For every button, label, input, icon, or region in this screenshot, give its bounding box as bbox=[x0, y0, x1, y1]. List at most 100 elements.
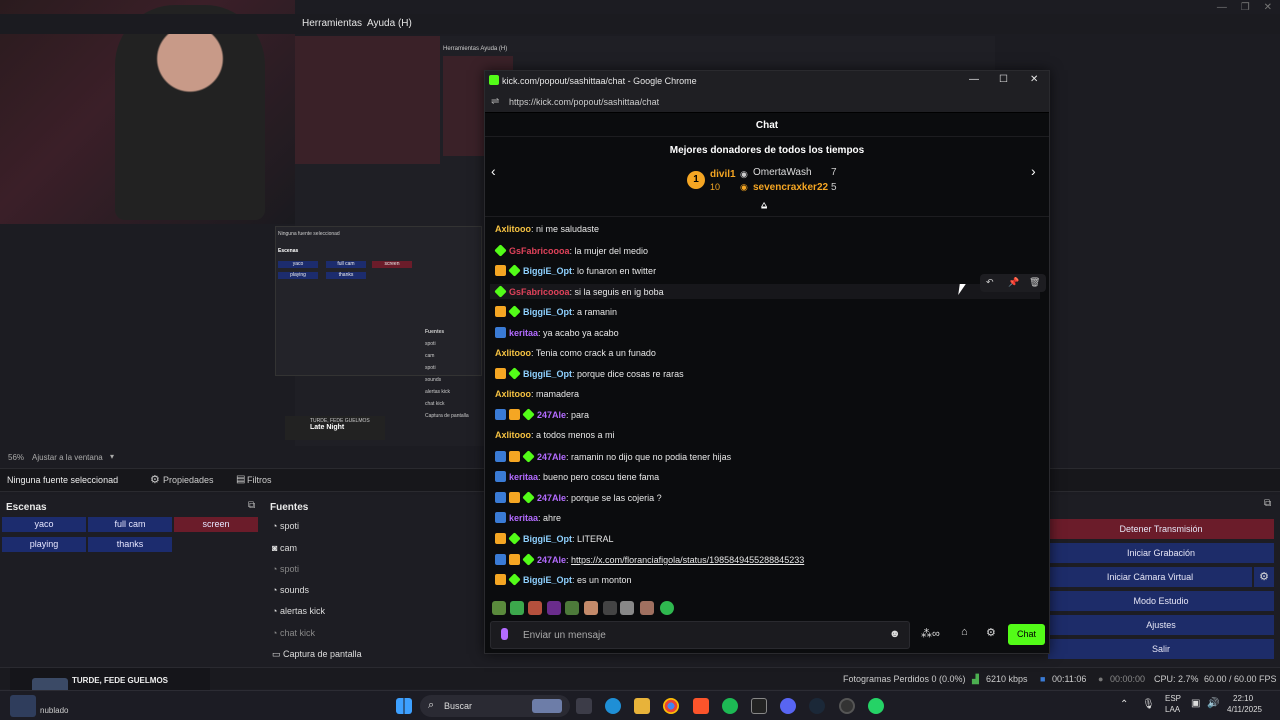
source-item[interactable]: ◙ cam bbox=[272, 543, 297, 553]
fit-dropdown[interactable]: Ajustar a la ventana bbox=[32, 453, 103, 462]
chat-message[interactable]: 247Ale: porque se las cojeria ? bbox=[495, 491, 662, 504]
address-bar[interactable]: ⇌ https://kick.com/popout/sashittaa/chat bbox=[485, 91, 1049, 113]
network-icon[interactable]: ▣ bbox=[1191, 698, 1200, 709]
chat-message[interactable]: Axlitooo: Tenia como crack a un funado bbox=[495, 348, 656, 358]
chat-message[interactable]: BiggiE_Opt: porque dice cosas re raras bbox=[495, 367, 684, 380]
obs-icon[interactable] bbox=[839, 698, 855, 714]
chat-username[interactable]: 247Ale bbox=[537, 410, 566, 420]
chat-username[interactable]: BiggiE_Opt bbox=[523, 534, 572, 544]
chat-message[interactable]: Axlitooo: mamadera bbox=[495, 389, 579, 399]
donor-name[interactable]: sevencraxker22 bbox=[753, 182, 828, 193]
emote[interactable] bbox=[492, 601, 506, 615]
chat-message[interactable]: BiggiE_Opt: a ramanin bbox=[495, 305, 617, 319]
chat-username[interactable]: 247Ale bbox=[537, 493, 566, 503]
chat-message[interactable]: 247Ale: ramanin no dijo que no podia ten… bbox=[495, 449, 731, 463]
chevron-left-icon[interactable]: ‹ bbox=[491, 163, 496, 179]
store-icon[interactable]: ⌂ bbox=[961, 626, 968, 638]
chat-message[interactable]: keritaa: ahre bbox=[495, 512, 561, 524]
steam-icon[interactable] bbox=[809, 698, 825, 714]
emote[interactable] bbox=[510, 601, 524, 615]
chat-message[interactable]: 247Ale: https://x.com/floranciafigola/st… bbox=[495, 552, 804, 566]
chat-username[interactable]: Axlitooo bbox=[495, 430, 531, 440]
chat-username[interactable]: keritaa bbox=[509, 472, 538, 482]
task-view-icon[interactable] bbox=[576, 698, 592, 714]
emote[interactable] bbox=[660, 601, 674, 615]
scene-screen[interactable]: screen bbox=[174, 517, 258, 532]
url-text[interactable]: https://kick.com/popout/sashittaa/chat bbox=[509, 97, 659, 107]
search-label[interactable]: Buscar bbox=[444, 701, 472, 711]
chevron-down-icon[interactable]: ▾ bbox=[110, 452, 114, 461]
whatsapp-icon[interactable] bbox=[868, 698, 884, 714]
emote[interactable] bbox=[547, 601, 561, 615]
properties-button[interactable]: Propiedades bbox=[163, 475, 214, 485]
site-settings-icon[interactable]: ⇌ bbox=[491, 96, 499, 107]
chat-username[interactable]: Axlitooo bbox=[495, 224, 531, 234]
chat-message[interactable]: Axlitooo: a todos menos a mi bbox=[495, 430, 615, 440]
donor-name[interactable]: OmertaWash bbox=[753, 167, 812, 178]
source-item[interactable]: ◔ spoti bbox=[272, 564, 299, 574]
obs-window-controls[interactable]: — ❐ ✕ bbox=[1217, 2, 1272, 13]
chat-message[interactable]: keritaa: bueno pero coscu tiene fama bbox=[495, 471, 659, 483]
chat-message[interactable]: BiggiE_Opt: es un monton bbox=[495, 573, 632, 586]
chat-message[interactable]: Axlitooo: ni me saludaste bbox=[495, 224, 599, 234]
chrome-icon[interactable] bbox=[663, 698, 679, 714]
chat-username[interactable]: BiggiE_Opt bbox=[523, 369, 572, 379]
zoom-level[interactable]: 56% bbox=[8, 453, 24, 462]
kick-points-icon[interactable]: ⁂∞ bbox=[921, 627, 940, 640]
epic-games-icon[interactable] bbox=[751, 698, 767, 714]
emote[interactable] bbox=[640, 601, 654, 615]
message-input[interactable]: Enviar un mensaje ☻ bbox=[490, 621, 910, 649]
chat-message[interactable]: keritaa: ya acabo ya acabo bbox=[495, 327, 619, 338]
gear-icon[interactable]: ⚙ bbox=[986, 626, 996, 639]
chat-username[interactable]: BiggiE_Opt bbox=[523, 307, 572, 317]
source-item[interactable]: ◔ chat kick bbox=[272, 628, 315, 638]
start-recording-button[interactable]: Iniciar Grabación bbox=[1048, 543, 1274, 563]
chat-username[interactable]: Axlitooo bbox=[495, 389, 531, 399]
chat-username[interactable]: 247Ale bbox=[537, 555, 566, 565]
exit-button[interactable]: Salir bbox=[1048, 639, 1274, 659]
maximize-icon[interactable]: ☐ bbox=[999, 74, 1008, 85]
chat-message[interactable]: GsFabricoooa: si la seguis en ig boba bbox=[490, 283, 1040, 299]
chevron-right-icon[interactable]: › bbox=[1031, 163, 1036, 179]
menu-ayuda[interactable]: Ayuda (H) bbox=[367, 18, 412, 29]
brave-icon[interactable] bbox=[693, 698, 709, 714]
edge-icon[interactable] bbox=[605, 698, 621, 714]
chat-username[interactable]: GsFabricoooa bbox=[509, 287, 570, 297]
scene-full-cam[interactable]: full cam bbox=[88, 517, 172, 532]
chat-message[interactable]: BiggiE_Opt: LITERAL bbox=[495, 532, 614, 545]
chat-message[interactable]: 247Ale: para bbox=[495, 408, 589, 422]
source-item[interactable]: ◔ sounds bbox=[272, 585, 309, 595]
chat-message[interactable]: GsFabricoooa: la mujer del medio bbox=[494, 243, 648, 257]
search-box[interactable]: ⌕ Buscar bbox=[420, 695, 570, 717]
chat-username[interactable]: BiggiE_Opt bbox=[523, 266, 572, 276]
settings-button[interactable]: Ajustes bbox=[1048, 615, 1274, 635]
collapse-icon[interactable]: ⩠ bbox=[761, 200, 767, 211]
start-virtualcam-button[interactable]: Iniciar Cámara Virtual bbox=[1048, 567, 1252, 587]
volume-icon[interactable]: 🔊 bbox=[1207, 698, 1219, 709]
emote[interactable] bbox=[565, 601, 579, 615]
input-placeholder[interactable]: Enviar un mensaje bbox=[523, 630, 606, 641]
chat-username[interactable]: BiggiE_Opt bbox=[523, 575, 572, 585]
chat-message[interactable]: BiggiE_Opt: lo funaron en twitter bbox=[495, 264, 656, 277]
close-icon[interactable]: ✕ bbox=[1030, 74, 1038, 85]
microphone-icon[interactable]: 🎙 bbox=[1142, 699, 1155, 710]
menu-herramientas[interactable]: Herramientas bbox=[302, 18, 362, 29]
minimize-icon[interactable]: — bbox=[969, 74, 979, 85]
donor-name[interactable]: divil1 bbox=[710, 169, 736, 180]
studio-mode-button[interactable]: Modo Estudio bbox=[1048, 591, 1274, 611]
dock-undock-icon[interactable]: ⧉ bbox=[1264, 498, 1271, 509]
chat-username[interactable]: keritaa bbox=[509, 513, 538, 523]
chat-username[interactable]: keritaa bbox=[509, 328, 538, 338]
source-item[interactable]: ◔ spoti bbox=[272, 521, 299, 531]
language-top[interactable]: ESP bbox=[1165, 694, 1181, 703]
reply-icon[interactable]: ↶ bbox=[986, 277, 994, 288]
emoji-icon[interactable]: ☻ bbox=[889, 628, 901, 640]
source-item[interactable]: ▭ Captura de pantalla bbox=[272, 649, 362, 660]
emote[interactable] bbox=[528, 601, 542, 615]
chat-username[interactable]: 247Ale bbox=[537, 452, 566, 462]
weather-icon[interactable] bbox=[10, 695, 36, 717]
pin-icon[interactable]: 📌 bbox=[1008, 277, 1019, 288]
emote[interactable] bbox=[603, 601, 617, 615]
scene-thanks[interactable]: thanks bbox=[88, 537, 172, 552]
scene-playing[interactable]: playing bbox=[2, 537, 86, 552]
